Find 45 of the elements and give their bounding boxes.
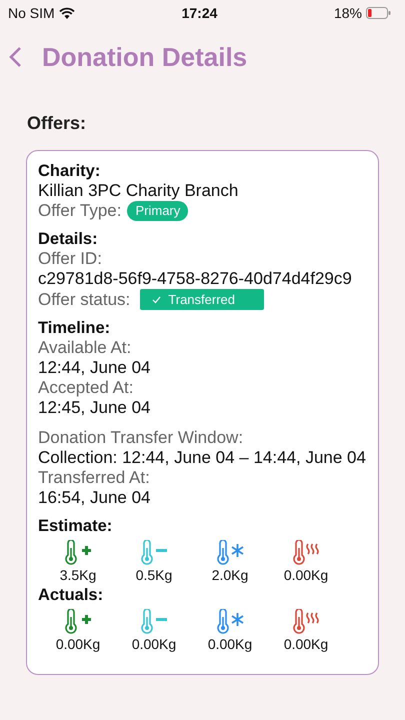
section-heading: Details: — [38, 229, 99, 249]
thermometer-heat-icon — [291, 540, 321, 565]
section-heading: Actuals: — [38, 585, 104, 605]
carrier-label: No SIM — [8, 5, 55, 21]
field-value: Collection: 12:44, June 04 – 14:44, June 04 — [38, 448, 367, 468]
thermometer-snowflake-icon — [215, 540, 245, 565]
section-heading: Charity: — [38, 161, 102, 181]
weight-value: 0.00Kg — [284, 567, 328, 583]
field-value: 12:45, June 04 — [38, 398, 152, 418]
wifi-icon — [58, 7, 75, 19]
field-label: Offer Type: — [38, 201, 122, 221]
clock-time: 17:24 — [182, 5, 218, 21]
section-title: Offers: — [27, 113, 88, 134]
field-value: 16:54, June 04 — [38, 488, 152, 508]
back-icon[interactable] — [8, 46, 22, 68]
thermometer-plus-icon — [63, 540, 93, 565]
weight-value: 0.5Kg — [136, 567, 172, 583]
status-tag: Transferred — [140, 289, 264, 310]
field-label: Available At: — [38, 338, 132, 358]
field-label: Donation Transfer Window: — [38, 428, 244, 448]
thermometer-plus-icon — [63, 609, 93, 634]
weight-value: 0.00Kg — [132, 636, 176, 652]
field-label: Accepted At: — [38, 378, 134, 398]
check-icon — [152, 296, 162, 304]
page-title: Donation Details — [42, 42, 248, 72]
section-heading: Timeline: — [38, 318, 112, 338]
weight-value: 2.0Kg — [212, 567, 248, 583]
weight-value: 0.00Kg — [56, 636, 100, 652]
weight-value: 0.00Kg — [208, 636, 252, 652]
field-label: Offer status: — [38, 290, 130, 310]
section-heading: Estimate: — [38, 516, 114, 536]
field-label: Transferred At: — [38, 468, 151, 488]
offer-id: c29781d8-56f9-4758-8276-40d74d4f29c9 — [38, 269, 353, 289]
field-value: 12:44, June 04 — [38, 358, 152, 378]
weight-value: 0.00Kg — [284, 636, 328, 652]
thermometer-minus-icon — [139, 609, 169, 634]
weight-value: 3.5Kg — [60, 567, 96, 583]
offer-type-tag: Primary — [127, 201, 188, 221]
thermometer-minus-icon — [139, 540, 169, 565]
charity-name: Killian 3PC Charity Branch — [38, 181, 240, 201]
battery-icon — [366, 7, 391, 19]
thermometer-snowflake-icon — [215, 609, 245, 634]
field-label: Offer ID: — [38, 249, 103, 269]
thermometer-heat-icon — [291, 609, 321, 634]
battery-percent: 18% — [334, 5, 362, 21]
